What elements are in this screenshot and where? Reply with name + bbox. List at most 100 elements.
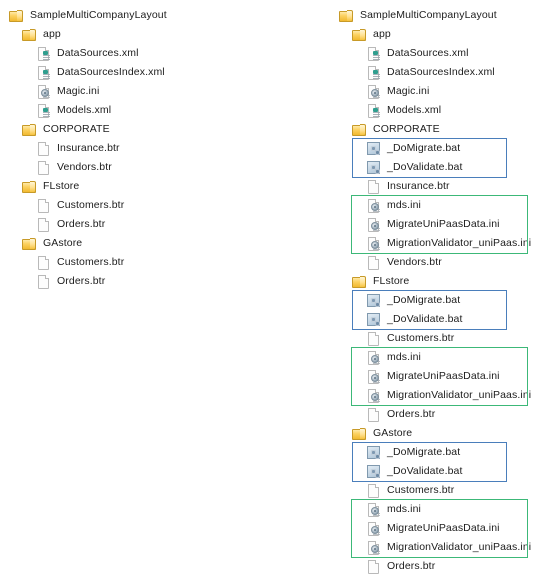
btr-file-icon [36, 141, 52, 157]
folder-icon [22, 122, 38, 138]
tree-row-label: MigrateUniPaasData.ini [387, 218, 500, 230]
tree-row[interactable]: Models.xml [0, 101, 320, 120]
xml-file-icon [36, 65, 52, 81]
tree-row[interactable]: mds.ini [330, 500, 546, 519]
folder-icon [22, 179, 38, 195]
tree-row-label: DataSourcesIndex.xml [387, 66, 495, 78]
tree-row[interactable]: mds.ini [330, 196, 546, 215]
tree-row[interactable]: GAstore [330, 424, 546, 443]
tree-row-label: app [373, 28, 391, 40]
tree-row-label: _DoValidate.bat [387, 465, 463, 477]
tree-row[interactable]: Customers.btr [330, 329, 546, 348]
tree-row[interactable]: SampleMultiCompanyLayout [330, 6, 546, 25]
tree-row[interactable]: _DoValidate.bat [330, 310, 546, 329]
tree-row-label: DataSources.xml [387, 47, 469, 59]
tree-row[interactable]: Vendors.btr [0, 158, 320, 177]
tree-row[interactable]: Orders.btr [0, 215, 320, 234]
tree-row[interactable]: _DoMigrate.bat [330, 291, 546, 310]
folder-icon [352, 27, 368, 43]
xml-file-icon [36, 103, 52, 119]
tree-row-label: GAstore [43, 237, 83, 249]
ini-file-icon [366, 217, 382, 233]
tree-row[interactable]: MigrateUniPaasData.ini [330, 519, 546, 538]
tree-row[interactable]: DataSourcesIndex.xml [330, 63, 546, 82]
folder-icon [352, 274, 368, 290]
tree-row[interactable]: DataSources.xml [330, 44, 546, 63]
btr-file-icon [36, 160, 52, 176]
bat-file-icon [366, 160, 382, 176]
tree-row[interactable]: Magic.ini [0, 82, 320, 101]
tree-row[interactable]: GAstore [0, 234, 320, 253]
tree-row[interactable]: Vendors.btr [330, 253, 546, 272]
tree-row[interactable]: Customers.btr [330, 481, 546, 500]
tree-row[interactable]: app [0, 25, 320, 44]
btr-file-icon [36, 274, 52, 290]
ini-file-icon [366, 236, 382, 252]
tree-row-label: Insurance.btr [387, 180, 450, 192]
tree-row[interactable]: FLstore [0, 177, 320, 196]
ini-file-icon [366, 540, 382, 556]
tree-row[interactable]: _DoValidate.bat [330, 462, 546, 481]
ini-file-icon [36, 84, 52, 100]
bat-file-icon [366, 293, 382, 309]
tree-row[interactable]: CORPORATE [0, 120, 320, 139]
folder-icon [352, 426, 368, 442]
tree-row[interactable]: Customers.btr [0, 196, 320, 215]
tree-row[interactable]: mds.ini [330, 348, 546, 367]
tree-row[interactable]: Magic.ini [330, 82, 546, 101]
tree-row-label: Magic.ini [387, 85, 430, 97]
tree-row[interactable]: SampleMultiCompanyLayout [0, 6, 320, 25]
tree-row[interactable]: MigrationValidator_uniPaas.ini [330, 386, 546, 405]
tree-row-label: Orders.btr [387, 408, 436, 420]
ini-file-icon [366, 198, 382, 214]
tree-row-label: Customers.btr [387, 484, 455, 496]
tree-row[interactable]: Insurance.btr [330, 177, 546, 196]
tree-row[interactable]: _DoValidate.bat [330, 158, 546, 177]
tree-row-label: Models.xml [387, 104, 442, 116]
folder-icon [22, 27, 38, 43]
tree-row-label: _DoMigrate.bat [387, 294, 461, 306]
tree-row-label: app [43, 28, 61, 40]
tree-row-label: Customers.btr [57, 256, 125, 268]
tree-row-label: SampleMultiCompanyLayout [360, 9, 497, 21]
tree-row[interactable]: MigrateUniPaasData.ini [330, 367, 546, 386]
ini-file-icon [366, 369, 382, 385]
tree-row[interactable]: Orders.btr [0, 272, 320, 291]
tree-row-label: Customers.btr [387, 332, 455, 344]
btr-file-icon [366, 407, 382, 423]
tree-row-label: MigrateUniPaasData.ini [387, 522, 500, 534]
tree-row-label: _DoMigrate.bat [387, 142, 461, 154]
bat-file-icon [366, 464, 382, 480]
file-tree-after: SampleMultiCompanyLayout app DataSources.x… [330, 6, 546, 576]
tree-row[interactable]: Insurance.btr [0, 139, 320, 158]
tree-row-label: mds.ini [387, 503, 421, 515]
tree-row[interactable]: Customers.btr [0, 253, 320, 272]
tree-row-label: Models.xml [57, 104, 112, 116]
tree-row[interactable]: DataSourcesIndex.xml [0, 63, 320, 82]
btr-file-icon [366, 483, 382, 499]
bat-file-icon [366, 312, 382, 328]
tree-row-label: _DoValidate.bat [387, 161, 463, 173]
btr-file-icon [366, 179, 382, 195]
tree-row-label: GAstore [373, 427, 413, 439]
tree-row[interactable]: MigrationValidator_uniPaas.ini [330, 538, 546, 557]
btr-file-icon [366, 559, 382, 575]
tree-row[interactable]: Orders.btr [330, 405, 546, 424]
tree-row-label: _DoMigrate.bat [387, 446, 461, 458]
tree-row-label: MigrateUniPaasData.ini [387, 370, 500, 382]
folder-tree-panel-after: SampleMultiCompanyLayout app DataSources.x… [330, 6, 546, 576]
tree-row[interactable]: MigrateUniPaasData.ini [330, 215, 546, 234]
tree-row[interactable]: _DoMigrate.bat [330, 139, 546, 158]
tree-row[interactable]: CORPORATE [330, 120, 546, 139]
tree-row[interactable]: _DoMigrate.bat [330, 443, 546, 462]
tree-row-label: MigrationValidator_uniPaas.ini [387, 541, 532, 553]
tree-row[interactable]: DataSources.xml [0, 44, 320, 63]
tree-row-label: FLstore [373, 275, 410, 287]
tree-row[interactable]: Orders.btr [330, 557, 546, 576]
tree-row[interactable]: Models.xml [330, 101, 546, 120]
tree-row[interactable]: MigrationValidator_uniPaas.ini [330, 234, 546, 253]
folder-icon [352, 122, 368, 138]
tree-row[interactable]: FLstore [330, 272, 546, 291]
tree-row[interactable]: app [330, 25, 546, 44]
file-tree-before: SampleMultiCompanyLayout app DataSources.x… [0, 6, 320, 291]
